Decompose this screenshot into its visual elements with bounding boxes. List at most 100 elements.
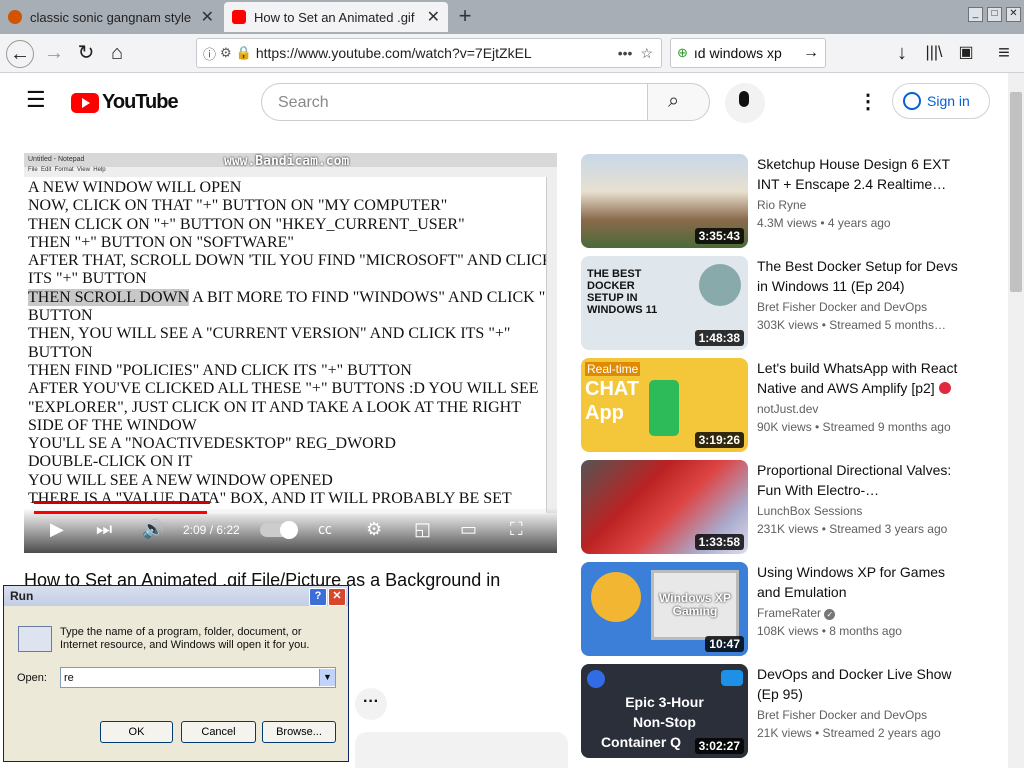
recommendation-item[interactable]: Windows XP Gaming 10:47 Using Windows XP… <box>581 562 991 656</box>
ok-button[interactable]: OK <box>100 721 173 743</box>
guide-menu-icon[interactable]: ☰ <box>26 87 46 113</box>
play-icon[interactable]: ▶ <box>50 519 64 540</box>
dog-mascot-illustration <box>591 572 641 622</box>
youtube-search-button[interactable]: ⌕ <box>647 83 710 121</box>
notepad-line: THEN, YOU WILL SEE A "CURRENT VERSION" A… <box>28 325 511 343</box>
video-thumbnail[interactable]: 1:33:58 <box>581 460 748 554</box>
maximize-window-icon[interactable]: □ <box>987 7 1002 22</box>
rec-channel[interactable]: FrameRater ✓ <box>757 606 836 620</box>
youtube-search-input[interactable]: Search <box>261 83 647 121</box>
rec-meta: 108K views • 8 months ago <box>757 624 902 638</box>
dropdown-arrow-icon[interactable]: ▼ <box>319 669 335 686</box>
theater-mode-icon[interactable]: ▭ <box>460 519 477 540</box>
notepad-line: A NEW WINDOW WILL OPEN <box>28 179 242 196</box>
rec-channel[interactable]: Bret Fisher Docker and DevOps <box>757 300 927 314</box>
duration-badge: 1:33:58 <box>694 534 744 550</box>
downloads-icon[interactable]: ↓ <box>888 40 916 66</box>
thumb-text: THE BEST DOCKER SETUP IN WINDOWS 11 <box>587 268 658 316</box>
search-engine-icon[interactable]: ⊕ <box>677 45 688 61</box>
menu-hamburger-icon[interactable]: ≡ <box>990 40 1018 66</box>
close-tab-icon[interactable]: ✕ <box>427 7 440 27</box>
rec-title[interactable]: Proportional Directional Valves: Fun Wit… <box>757 460 971 500</box>
browse-button[interactable]: Browse... <box>262 721 336 743</box>
autoplay-toggle[interactable] <box>260 521 298 539</box>
volume-icon[interactable]: 🔊 <box>142 519 164 540</box>
phone-illustration <box>649 380 679 436</box>
rec-title[interactable]: DevOps and Docker Live Show (Ep 95) <box>757 664 971 704</box>
video-thumbnail[interactable]: Epic 3-Hour Non-Stop Container Q 3:02:27 <box>581 664 748 758</box>
video-thumbnail[interactable]: Windows XP Gaming 10:47 <box>581 562 748 656</box>
rec-title[interactable]: Let's build WhatsApp with React Native a… <box>757 358 971 398</box>
captions-icon[interactable]: ㏄ <box>318 519 332 539</box>
rec-meta: 21K views • Streamed 2 years ago <box>757 726 941 740</box>
search-bar[interactable]: ⊕ ıd windows xp → <box>670 38 826 68</box>
rec-channel[interactable]: Bret Fisher Docker and DevOps <box>757 708 927 722</box>
more-actions-icon[interactable]: ··· <box>355 688 387 720</box>
rec-channel-name: FrameRater <box>757 606 822 620</box>
notepad-line: SIDE OF THE WINDOW <box>28 416 197 434</box>
voice-search-button[interactable] <box>725 83 765 123</box>
settings-gear-icon[interactable]: ⚙ <box>366 519 382 540</box>
notepad-line: AFTER THAT, SCROLL DOWN 'TIL YOU FIND "M… <box>28 252 554 270</box>
rec-title[interactable]: Sketchup House Design 6 EXT INT + Enscap… <box>757 154 971 194</box>
duration-badge: 3:19:26 <box>694 432 744 448</box>
fullscreen-icon[interactable]: ⛶ <box>510 519 523 540</box>
browser-tab-2-active[interactable]: How to Set an Animated .gif ✕ <box>224 2 448 32</box>
notepad-line: ITS "+" BUTTON <box>28 270 147 288</box>
youtube-play-logo-icon <box>71 92 99 113</box>
rec-channel[interactable]: LunchBox Sessions <box>757 504 862 518</box>
cancel-button[interactable]: Cancel <box>181 721 256 743</box>
recommendation-item[interactable]: Epic 3-Hour Non-Stop Container Q 3:02:27… <box>581 664 991 758</box>
video-player[interactable]: Untitled - Notepad www.Bandicam.com File… <box>24 153 557 553</box>
close-tab-icon[interactable]: ✕ <box>201 7 214 27</box>
video-thumbnail[interactable]: THE BEST DOCKER SETUP IN WINDOWS 11 1:48… <box>581 256 748 350</box>
minimize-window-icon[interactable]: _ <box>968 7 983 22</box>
sign-in-button[interactable]: Sign in <box>892 83 990 119</box>
run-program-icon <box>18 626 52 652</box>
youtube-favicon-icon <box>232 10 246 24</box>
rec-title[interactable]: Using Windows XP for Games and Emulation <box>757 562 971 602</box>
youtube-logo[interactable]: YouTube <box>71 91 179 114</box>
recommendation-item[interactable]: 3:35:43 Sketchup House Design 6 EXT INT … <box>581 154 991 248</box>
sidebar-toggle-icon[interactable]: ▣ <box>952 40 980 66</box>
rec-channel[interactable]: Rio Ryne <box>757 198 806 212</box>
notepad-line: THEN "+" BUTTON ON "SOFTWARE" <box>28 233 294 251</box>
video-thumbnail[interactable]: 3:35:43 <box>581 154 748 248</box>
info-icon[interactable]: ⓘ <box>203 44 216 63</box>
duration-badge: 1:48:38 <box>694 330 744 346</box>
browser-tab-1[interactable]: classic sonic gangnam style ✕ <box>0 2 222 32</box>
recommendation-item[interactable]: 1:33:58 Proportional Directional Valves:… <box>581 460 991 554</box>
help-icon[interactable]: ? <box>309 588 327 606</box>
recommendation-item[interactable]: THE BEST DOCKER SETUP IN WINDOWS 11 1:48… <box>581 256 991 350</box>
settings-more-icon[interactable]: ⋮ <box>858 89 878 114</box>
rec-channel[interactable]: notJust.dev <box>757 402 818 416</box>
next-icon[interactable]: ⏭ <box>96 519 112 540</box>
reload-icon[interactable]: ↻ <box>72 40 100 66</box>
open-input[interactable]: re ▼ <box>60 667 336 688</box>
permissions-icon[interactable]: ⚙ <box>220 45 232 61</box>
run-dialog-titlebar[interactable]: Run ? ✕ <box>4 586 348 606</box>
notepad-line: NOW, CLICK ON THAT "+" BUTTON ON "MY COM… <box>28 197 448 215</box>
open-input-value: re <box>64 671 74 684</box>
close-dialog-icon[interactable]: ✕ <box>328 588 346 606</box>
home-icon[interactable]: ⌂ <box>103 40 131 66</box>
forward-arrow-icon[interactable]: → <box>40 40 68 66</box>
library-icon[interactable]: |||\ <box>920 40 948 66</box>
miniplayer-icon[interactable]: ◱ <box>414 519 431 540</box>
new-tab-plus-icon[interactable]: + <box>452 4 478 30</box>
video-thumbnail[interactable]: Real-time CHAT App 3:19:26 <box>581 358 748 452</box>
notepad-line: BUTTON <box>28 343 93 361</box>
page-scrollbar-thumb[interactable] <box>1010 92 1022 292</box>
video-time: 2:09 / 6:22 <box>183 523 240 537</box>
rec-meta: 303K views • Streamed 5 months… <box>757 318 946 332</box>
page-actions-icon[interactable]: ••• <box>618 45 633 61</box>
rec-title[interactable]: The Best Docker Setup for Devs in Window… <box>757 256 971 296</box>
recommendation-item[interactable]: Real-time CHAT App 3:19:26 Let's build W… <box>581 358 991 452</box>
description-box[interactable] <box>355 732 568 768</box>
go-arrow-icon[interactable]: → <box>803 44 819 62</box>
bookmark-star-icon[interactable]: ☆ <box>640 45 653 62</box>
url-bar[interactable]: ⓘ ⚙ 🔒 https://www.youtube.com/watch?v=7E… <box>196 38 662 68</box>
back-arrow-icon[interactable]: ← <box>6 40 34 68</box>
notepad-line: "EXPLORER", JUST CLICK ON IT AND TAKE A … <box>28 398 521 416</box>
close-window-icon[interactable]: ✕ <box>1006 7 1021 22</box>
